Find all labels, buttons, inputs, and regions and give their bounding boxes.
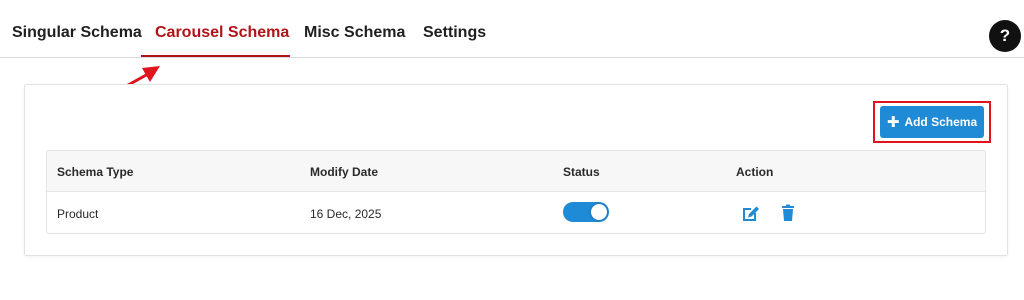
status-toggle[interactable] [563,202,609,222]
add-schema-label: Add Schema [904,115,978,129]
tab-carousel-schema[interactable]: Carousel Schema [155,24,289,42]
trash-icon[interactable] [778,203,798,223]
plus-icon: ✚ [886,113,900,131]
edit-icon[interactable] [740,203,760,223]
schema-tabs: Singular Schema Carousel Schema Misc Sch… [0,0,1024,58]
header-modify-date: Modify Date [310,165,379,179]
cell-schema-type: Product [57,207,99,221]
tab-singular-schema[interactable]: Singular Schema [12,24,142,42]
cell-modify-date: 16 Dec, 2025 [310,207,382,221]
schema-table: Schema Type Modify Date Status Action Pr… [46,150,986,234]
tab-misc-schema[interactable]: Misc Schema [304,24,405,42]
header-schema-type: Schema Type [57,165,134,179]
toggle-knob [591,204,607,220]
header-status: Status [563,165,600,179]
add-schema-button[interactable]: ✚ Add Schema [880,106,984,138]
help-button[interactable]: ? [989,20,1021,52]
tab-settings[interactable]: Settings [423,24,486,42]
header-action: Action [736,165,774,179]
question-mark-icon: ? [999,26,1011,45]
table-header [47,151,985,192]
active-tab-indicator [141,55,290,57]
